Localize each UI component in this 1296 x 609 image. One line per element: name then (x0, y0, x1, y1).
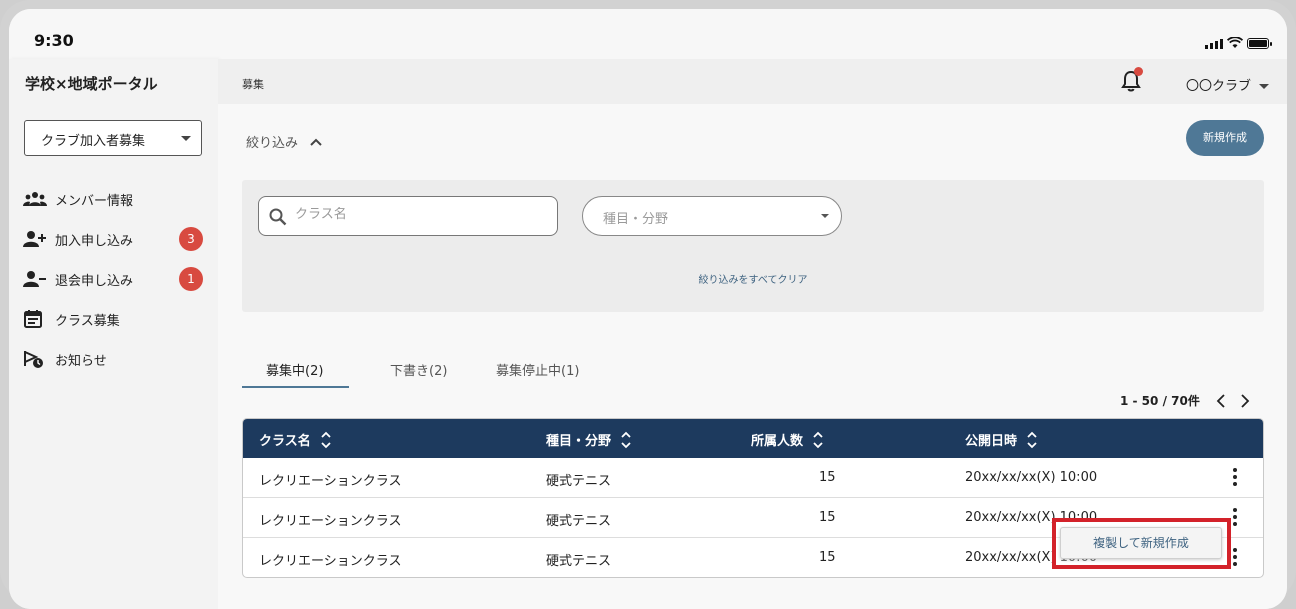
signal-icon (1205, 39, 1223, 49)
tab-stopped[interactable]: 募集停止中(1) (496, 360, 579, 379)
battery-icon (1247, 38, 1272, 49)
column-header-published[interactable]: 公開日時 (965, 430, 1037, 449)
cell-members: 15 (819, 550, 836, 565)
sidebar-item-join-requests[interactable]: 加入申し込み 3 (23, 219, 203, 259)
status-icons (1205, 37, 1272, 49)
sidebar: 学校×地域ポータル クラブ加入者募集 メンバー情報 加入申し込み 3 退会申し込… (9, 59, 218, 609)
tab-drafts[interactable]: 下書き(2) (390, 360, 447, 379)
count-badge: 3 (179, 227, 203, 251)
status-bar: 9:30 (9, 9, 1287, 59)
announcement-icon (23, 349, 55, 369)
column-label: クラス名 (259, 434, 311, 449)
caret-down-icon (181, 136, 191, 141)
table-row[interactable]: レクリエーションクラス 硬式テニス 15 20xx/xx/xx(X) 10:00 (243, 458, 1263, 498)
class-search-field[interactable] (258, 196, 558, 236)
caret-down-icon (821, 214, 829, 218)
program-select[interactable]: クラブ加入者募集 (24, 120, 202, 156)
sidebar-item-leave-requests[interactable]: 退会申し込み 1 (23, 259, 203, 299)
cell-class-name: レクリエーションクラス (259, 474, 402, 489)
sort-icon (1027, 431, 1037, 448)
sidebar-item-label: クラス募集 (55, 313, 120, 329)
device-frame: 9:30 学校×地域ポータル クラブ加入者募集 メンバー情報 加入申し込み 3 … (0, 0, 1296, 609)
notification-button[interactable] (1120, 67, 1143, 97)
notification-dot (1134, 67, 1143, 76)
pagination: 1 - 50 / 70件 (1120, 392, 1250, 409)
cell-members: 15 (819, 470, 836, 485)
user-menu[interactable]: 〇〇クラブ (1186, 75, 1270, 94)
chevron-right-icon[interactable] (1240, 393, 1250, 408)
more-options-icon[interactable] (1231, 468, 1239, 486)
top-bar: 募集 〇〇クラブ (218, 59, 1287, 104)
filter-toggle-label: 絞り込み (246, 136, 299, 151)
column-label: 種目・分野 (546, 434, 612, 449)
sidebar-item-members[interactable]: メンバー情報 (23, 179, 203, 219)
chevron-up-icon (310, 138, 322, 146)
column-header-class-name[interactable]: クラス名 (259, 430, 331, 449)
duplicate-create-button[interactable]: 複製して新規作成 (1060, 527, 1222, 559)
cell-published: 20xx/xx/xx(X) 10:00 (965, 470, 1098, 485)
column-label: 公開日時 (965, 434, 1018, 449)
filter-toggle[interactable]: 絞り込み (246, 132, 322, 151)
app-title: 学校×地域ポータル (25, 75, 158, 93)
caret-down-icon (1259, 84, 1270, 89)
cell-category: 硬式テニス (546, 474, 612, 489)
cell-category: 硬式テニス (546, 514, 612, 529)
sort-icon (813, 431, 823, 448)
count-badge: 1 (179, 267, 203, 291)
remove-person-icon (23, 270, 55, 288)
breadcrumb: 募集 (242, 78, 264, 91)
sidebar-item-label: 退会申し込み (55, 273, 134, 289)
cell-class-name: レクリエーションクラス (259, 554, 402, 569)
new-create-button[interactable]: 新規作成 (1186, 120, 1264, 156)
column-header-members[interactable]: 所属人数 (751, 430, 823, 449)
more-options-icon[interactable] (1231, 508, 1239, 526)
calendar-icon (23, 309, 55, 329)
sidebar-item-class-recruitment[interactable]: クラス募集 (23, 299, 203, 339)
clear-filters-link[interactable]: 絞り込みをすべてクリア (242, 271, 1264, 286)
cell-class-name: レクリエーションクラス (259, 514, 402, 529)
active-tab-indicator (242, 386, 349, 388)
chevron-left-icon[interactable] (1216, 393, 1226, 408)
column-label: 所属人数 (751, 434, 804, 449)
table-header: クラス名 種目・分野 所属人数 公開日時 (243, 419, 1263, 458)
wifi-icon (1227, 37, 1243, 48)
status-tabs: 募集中(2) 下書き(2) 募集停止中(1) (242, 348, 642, 390)
category-select[interactable]: 種目・分野 (582, 196, 842, 236)
cell-members: 15 (819, 510, 836, 525)
filter-panel: 種目・分野 絞り込みをすべてクリア (242, 180, 1264, 312)
search-icon (269, 208, 287, 226)
pagination-label: 1 - 50 / 70件 (1120, 394, 1200, 408)
category-placeholder: 種目・分野 (603, 212, 669, 227)
sidebar-item-label: 加入申し込み (55, 233, 134, 249)
status-time: 9:30 (34, 31, 74, 50)
user-name: 〇〇クラブ (1186, 79, 1252, 94)
members-icon (23, 191, 55, 207)
program-select-value: クラブ加入者募集 (41, 134, 146, 149)
sidebar-item-label: メンバー情報 (55, 193, 134, 209)
add-person-icon (23, 230, 55, 248)
search-input[interactable] (295, 207, 545, 222)
sort-icon (621, 431, 631, 448)
cell-category: 硬式テニス (546, 554, 612, 569)
sort-icon (321, 431, 331, 448)
sidebar-item-announcements[interactable]: お知らせ (23, 339, 203, 379)
tab-recruiting[interactable]: 募集中(2) (266, 360, 323, 379)
column-header-category[interactable]: 種目・分野 (546, 430, 631, 449)
sidebar-item-label: お知らせ (55, 353, 107, 369)
sidebar-nav: メンバー情報 加入申し込み 3 退会申し込み 1 クラス募集 お知らせ (23, 179, 203, 379)
more-options-icon[interactable] (1231, 548, 1239, 566)
